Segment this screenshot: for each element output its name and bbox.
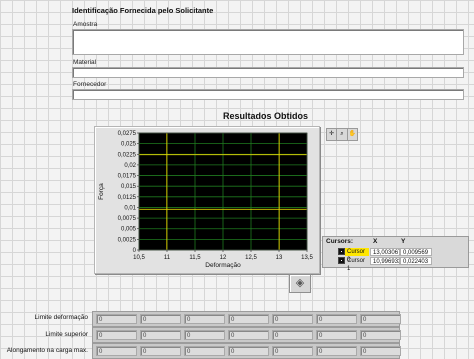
x-tick-label: 10,5 (133, 255, 145, 261)
y-tick-label: 0,025 (121, 142, 137, 148)
y-tick-label: 0 (133, 248, 137, 254)
zoom-tool-icon[interactable]: ⌕ (337, 129, 348, 140)
cursor-0-x[interactable]: 13,003067 (370, 248, 400, 256)
result-value-cell[interactable]: 0 (184, 346, 225, 356)
fornecedor-label: Fornecedor (73, 81, 107, 88)
y-tick-label: 0,0175 (118, 174, 137, 180)
cursor-legend: Cursors: X Y Cursor 0 13,003067 0,009569… (322, 236, 469, 272)
fornecedor-field[interactable] (72, 89, 464, 100)
result-value-cell[interactable]: 0 (96, 314, 137, 324)
crosshair-tool-icon[interactable]: ✛ (327, 129, 338, 140)
result-value-cell[interactable]: 0 (272, 346, 313, 356)
limite-superior-label: Limite superior (45, 331, 88, 338)
result-value-cell[interactable]: 0 (272, 314, 313, 324)
y-tick-label: 0,0125 (118, 195, 137, 201)
y-tick-label: 0,005 (121, 227, 137, 233)
amostra-field[interactable] (72, 29, 464, 55)
y-tick-label: 0,02 (124, 163, 136, 169)
cursor-legend-header-name: Cursors: (326, 238, 354, 245)
y-tick-label: 0,015 (121, 184, 137, 190)
result-value-cell[interactable]: 0 (316, 314, 357, 324)
cursor-1-icon[interactable] (338, 257, 345, 264)
x-tick-label: 12 (220, 255, 227, 261)
cursor-0-name[interactable]: Cursor 0 (345, 248, 369, 263)
cursor-legend-header-x: X (373, 238, 378, 245)
limite-superior-row: 0000000 (92, 327, 401, 343)
cursor-1-y[interactable]: 0,022403 (400, 257, 432, 265)
result-value-cell[interactable]: 0 (228, 346, 269, 356)
y-tick-label: 0,0275 (118, 131, 137, 137)
identification-title: Identificação Fornecida pelo Solicitante (72, 6, 214, 15)
cursor-0-y[interactable]: 0,009569 (400, 248, 432, 256)
result-value-cell[interactable]: 0 (228, 330, 269, 340)
force-deformation-graph[interactable]: 10,5 11 11,5 12 12,5 13 13,5 0,0275 0,025 0,0225 0… (94, 126, 320, 274)
result-value-cell[interactable]: 0 (360, 314, 401, 324)
cursor-0-icon[interactable] (338, 248, 345, 255)
result-value-cell[interactable]: 0 (96, 346, 137, 356)
material-field[interactable] (72, 67, 464, 78)
result-value-cell[interactable]: 0 (272, 330, 313, 340)
result-value-cell[interactable]: 0 (360, 346, 401, 356)
x-tick-label: 11 (164, 255, 171, 261)
result-value-cell[interactable]: 0 (140, 330, 181, 340)
result-value-cell[interactable]: 0 (184, 330, 225, 340)
result-value-cell[interactable]: 0 (140, 314, 181, 324)
result-value-cell[interactable]: 0 (316, 330, 357, 340)
pan-tool-icon[interactable]: ✋ (348, 129, 357, 140)
result-value-cell[interactable]: 0 (316, 346, 357, 356)
result-value-cell[interactable]: 0 (140, 346, 181, 356)
amostra-label: Amostra (73, 21, 98, 28)
graph-svg: 10,5 11 11,5 12 12,5 13 13,5 0,0275 0,025 0,0225 0… (98, 131, 313, 269)
x-tick-label: 13,5 (301, 255, 313, 261)
x-tick-label: 13 (276, 255, 283, 261)
result-value-cell[interactable]: 0 (360, 330, 401, 340)
cursor-move-diamond-icon[interactable]: ◈ (289, 274, 311, 293)
alongamento-label: Alongamento na carga max. (6, 347, 88, 354)
result-value-cell[interactable]: 0 (96, 330, 137, 340)
y-axis-title: Força (98, 183, 105, 200)
results-title: Resultados Obtidos (223, 111, 309, 121)
result-value-cell[interactable]: 0 (228, 314, 269, 324)
cursor-legend-header-y: Y (401, 238, 406, 245)
limite-deformacao-label: Limite deformação (34, 314, 88, 321)
y-tick-label: 0,0025 (118, 237, 137, 243)
y-tick-label: 0,0075 (118, 216, 137, 222)
x-axis-title: Deformação (205, 262, 241, 269)
x-tick-label: 12,5 (245, 255, 257, 261)
result-value-cell[interactable]: 0 (184, 314, 225, 324)
limite-deformacao-row: 0000000 (92, 311, 401, 327)
material-label: Material (73, 59, 97, 66)
x-tick-label: 11,5 (189, 255, 201, 261)
cursor-1-x[interactable]: 10,996933 (370, 257, 400, 265)
y-tick-label: 0,0225 (118, 152, 137, 158)
cursor-1-name[interactable]: Cursor 1 (345, 257, 369, 272)
graph-palette[interactable]: ✛ ⌕ ✋ (326, 128, 358, 141)
y-tick-label: 0,01 (124, 205, 136, 211)
